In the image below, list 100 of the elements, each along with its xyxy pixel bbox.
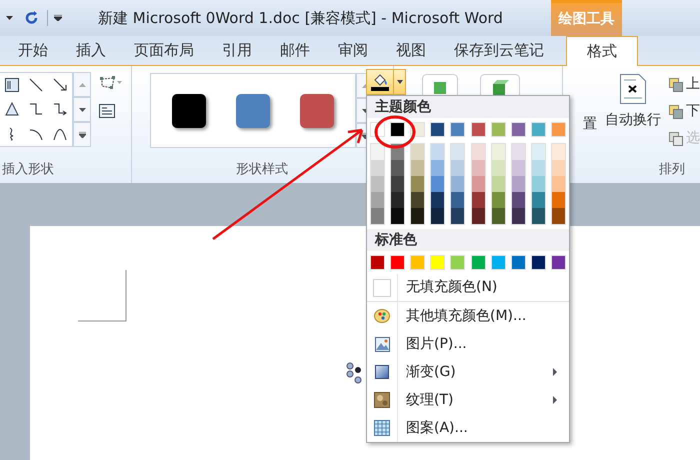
color-swatch[interactable] (552, 160, 565, 176)
color-swatch[interactable] (532, 208, 545, 224)
color-swatch[interactable] (492, 192, 505, 208)
curve-shape-icon[interactable] (53, 126, 67, 141)
color-swatch[interactable] (390, 255, 406, 270)
color-swatch[interactable] (411, 176, 424, 192)
color-swatch[interactable] (370, 255, 385, 270)
ribbon-tab[interactable]: 邮件 (266, 35, 324, 65)
color-swatch[interactable] (512, 208, 525, 224)
color-swatch[interactable] (411, 144, 424, 160)
color-swatch[interactable] (512, 144, 525, 160)
customize-toolbar-icon[interactable] (54, 15, 62, 21)
ribbon-tab[interactable]: 视图 (382, 35, 440, 65)
color-swatch[interactable] (391, 192, 404, 208)
color-swatch[interactable] (490, 122, 506, 137)
color-swatch[interactable] (371, 208, 384, 224)
ribbon-tab[interactable]: 格式 (566, 36, 638, 66)
text-box-icon[interactable] (5, 78, 19, 92)
color-swatch[interactable] (411, 208, 424, 224)
color-swatch[interactable] (371, 176, 384, 192)
color-swatch[interactable] (451, 208, 464, 224)
menu-item[interactable]: 纹理(T) (367, 386, 569, 414)
layer-order-icon[interactable] (669, 78, 683, 92)
color-swatch[interactable] (512, 176, 525, 192)
menu-item[interactable]: 图片(P)... (367, 330, 569, 358)
color-swatch[interactable] (492, 160, 505, 176)
color-swatch[interactable] (472, 176, 485, 192)
color-swatch[interactable] (431, 176, 444, 192)
layer-order-icon[interactable] (669, 132, 683, 146)
color-swatch[interactable] (371, 144, 384, 160)
color-swatch[interactable] (410, 255, 426, 270)
more-button[interactable] (73, 122, 91, 147)
elbow-connector-icon[interactable] (29, 102, 43, 116)
ribbon-tab[interactable]: 页面布局 (120, 35, 208, 65)
color-swatch[interactable] (532, 144, 545, 160)
edit-shape-icon[interactable] (99, 76, 123, 90)
color-swatch[interactable] (532, 176, 545, 192)
color-swatch[interactable] (492, 144, 505, 160)
menu-item[interactable]: 无填充颜色(N) (367, 274, 569, 302)
ribbon-tab[interactable]: 审阅 (324, 35, 382, 65)
ribbon-tab[interactable]: 保存到云笔记 (440, 35, 558, 65)
ribbon-tab[interactable]: 引用 (208, 35, 266, 65)
color-swatch[interactable] (510, 255, 526, 270)
color-swatch[interactable] (530, 122, 546, 137)
color-swatch[interactable] (451, 144, 464, 160)
arc-shape-icon[interactable] (29, 126, 43, 141)
ribbon-button[interactable]: 置 (583, 114, 597, 135)
color-swatch[interactable] (492, 176, 505, 192)
color-swatch[interactable] (470, 255, 486, 270)
elbow-arrow-icon[interactable] (53, 102, 67, 116)
color-swatch[interactable] (550, 255, 566, 270)
color-swatch[interactable] (451, 176, 464, 192)
color-swatch[interactable] (552, 144, 565, 160)
wrap-text-button[interactable]: 自动换行 (605, 110, 661, 131)
menu-item[interactable]: 其他填充颜色(M)... (367, 302, 569, 330)
color-swatch[interactable] (492, 208, 505, 224)
color-swatch[interactable] (391, 160, 404, 176)
color-swatch[interactable] (371, 160, 384, 176)
scroll-down-button[interactable] (73, 97, 91, 122)
menu-item[interactable]: 渐变(G) (367, 358, 569, 386)
color-swatch[interactable] (552, 192, 565, 208)
color-swatch[interactable] (550, 122, 566, 137)
shape-gallery[interactable] (0, 72, 73, 147)
color-swatch[interactable] (431, 208, 444, 224)
redo-icon[interactable] (25, 11, 39, 25)
ribbon-tab[interactable]: 开始 (4, 35, 62, 65)
color-swatch[interactable] (512, 192, 525, 208)
menu-item[interactable]: 图案(A)... (367, 414, 569, 442)
color-swatch[interactable] (490, 255, 506, 270)
color-swatch[interactable] (431, 160, 444, 176)
color-swatch[interactable] (451, 192, 464, 208)
color-swatch[interactable] (470, 122, 486, 137)
color-swatch[interactable] (510, 122, 526, 137)
color-swatch[interactable] (430, 122, 446, 137)
color-swatch[interactable] (472, 160, 485, 176)
line-shape-icon[interactable] (29, 78, 43, 92)
color-swatch[interactable] (532, 192, 545, 208)
color-swatch[interactable] (411, 160, 424, 176)
color-swatch[interactable] (472, 192, 485, 208)
color-swatch[interactable] (431, 144, 444, 160)
arrow-shape-icon[interactable] (53, 78, 67, 92)
arrange-item[interactable]: 上 (686, 74, 700, 95)
color-swatch[interactable] (552, 176, 565, 192)
shape-style-gallery[interactable] (150, 73, 356, 148)
color-swatch[interactable] (472, 144, 485, 160)
color-swatch[interactable] (430, 255, 446, 270)
color-swatch[interactable] (472, 208, 485, 224)
color-swatch[interactable] (371, 192, 384, 208)
color-swatch[interactable] (552, 208, 565, 224)
color-swatch[interactable] (391, 176, 404, 192)
triangle-shape-icon[interactable] (5, 102, 19, 116)
color-swatch[interactable] (451, 160, 464, 176)
color-swatch[interactable] (391, 208, 404, 224)
text-box-icon[interactable] (99, 104, 115, 118)
style-swatch[interactable] (172, 94, 206, 128)
ribbon-tab[interactable]: 插入 (62, 35, 120, 65)
wrap-text-icon[interactable] (620, 74, 646, 104)
color-swatch[interactable] (450, 122, 466, 137)
color-swatch[interactable] (411, 192, 424, 208)
dropdown-caret-icon[interactable] (6, 16, 13, 20)
